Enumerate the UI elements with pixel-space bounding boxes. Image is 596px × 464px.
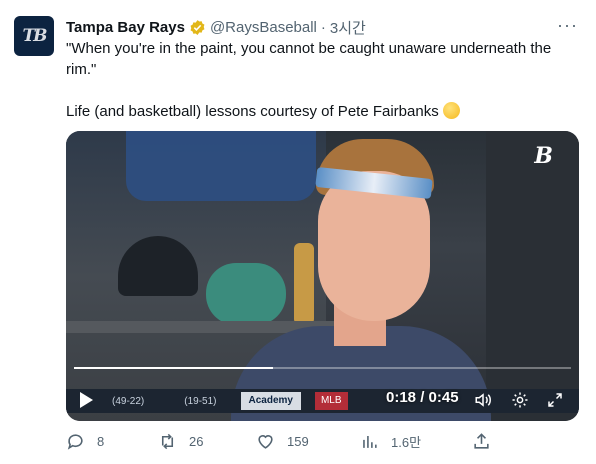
tweet-body: "When you're in the paint, you cannot be… xyxy=(66,38,578,122)
like-count: 159 xyxy=(287,434,309,449)
video-controls: 0:18 / 0:45 xyxy=(66,385,579,415)
sweat-smile-emoji-icon xyxy=(442,102,460,119)
reply-action[interactable]: 8 xyxy=(66,432,104,451)
tweet-blank-line xyxy=(66,80,578,101)
share-icon xyxy=(474,433,489,449)
tweet-line2-text: Life (and basketball) lessons courtesy o… xyxy=(66,103,439,120)
bottle-image xyxy=(294,243,314,325)
video-player[interactable]: B (49-22) (19-51) Academy MLB 0:18 / 0:4… xyxy=(66,131,579,421)
views-count: 1.6만 xyxy=(391,435,422,450)
tweet-header: Tampa Bay Rays @RaysBaseball · 3시간 xyxy=(66,16,556,38)
tweet-actions: 8 26 159 1.6만 xyxy=(66,432,496,454)
video-frame: B xyxy=(66,131,579,421)
author-name[interactable]: Tampa Bay Rays xyxy=(66,19,185,36)
separator-dot: · xyxy=(320,18,326,36)
verified-badge-icon xyxy=(190,19,205,35)
broadcast-brand-logo: B xyxy=(534,143,553,169)
reply-count: 8 xyxy=(97,434,105,449)
retweet-action[interactable]: 26 xyxy=(158,432,203,451)
hanging-jersey xyxy=(126,131,316,201)
video-progress-fill xyxy=(74,367,273,369)
fullscreen-icon[interactable] xyxy=(546,391,564,409)
volume-icon[interactable] xyxy=(474,391,492,409)
avatar-logo-text: TB xyxy=(22,26,47,46)
retweet-count: 26 xyxy=(189,434,204,449)
tweet-line2: Life (and basketball) lessons courtesy o… xyxy=(66,101,578,122)
retweet-icon xyxy=(161,433,174,450)
play-icon[interactable] xyxy=(80,392,93,408)
author-handle[interactable]: @RaysBaseball xyxy=(210,19,317,36)
reply-icon xyxy=(67,434,83,450)
tweet-quote: "When you're in the paint, you cannot be… xyxy=(66,40,552,78)
more-options-icon[interactable]: ··· xyxy=(557,16,578,34)
tweet-timestamp[interactable]: 3시간 xyxy=(330,17,366,38)
glove-image xyxy=(206,263,286,325)
video-time: 0:18 / 0:45 xyxy=(386,389,459,406)
like-action[interactable]: 159 xyxy=(256,432,309,451)
share-action[interactable] xyxy=(472,432,491,451)
views-action[interactable]: 1.6만 xyxy=(360,432,421,451)
video-progress-bar[interactable] xyxy=(74,367,571,369)
rays-avatar[interactable]: TB xyxy=(14,16,54,56)
settings-gear-icon[interactable] xyxy=(511,391,529,409)
heart-icon xyxy=(258,435,273,449)
views-chart-icon xyxy=(363,435,377,448)
